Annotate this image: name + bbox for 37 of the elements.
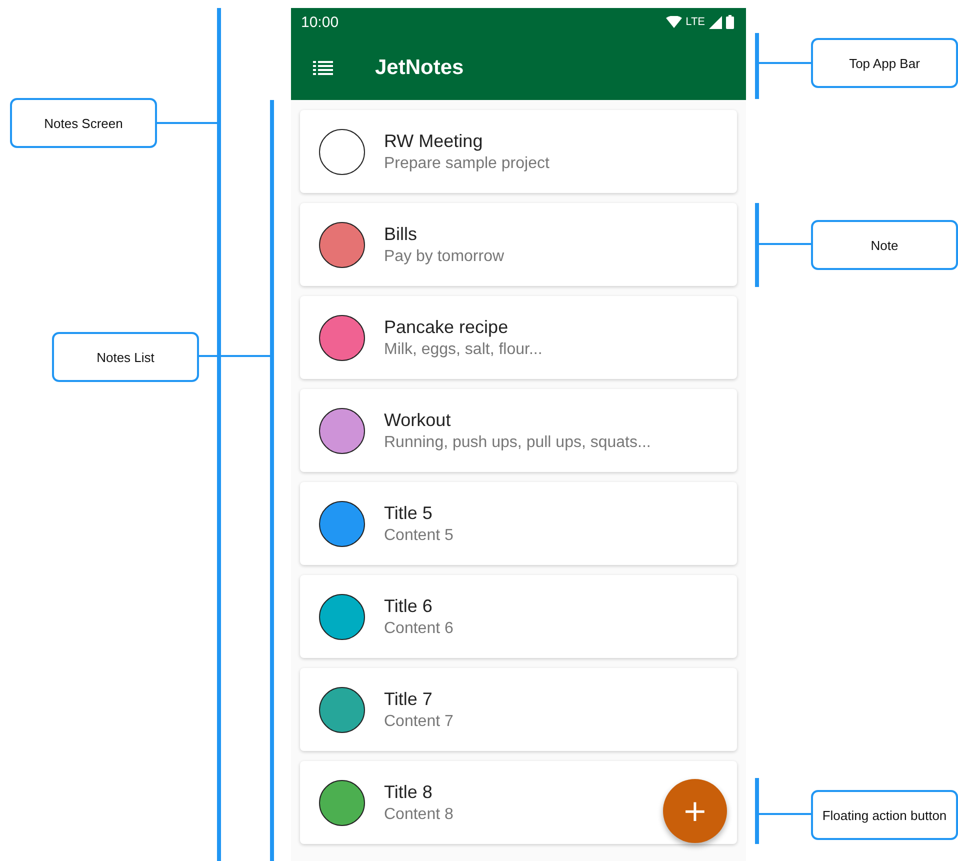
note-card[interactable]: Title 7 Content 7 bbox=[300, 668, 737, 751]
battery-icon bbox=[726, 15, 734, 29]
note-title: Workout bbox=[384, 410, 452, 430]
note-content: Prepare sample project bbox=[384, 154, 550, 172]
note-content: Content 6 bbox=[384, 620, 454, 638]
note-card[interactable]: Pancake recipe Milk, eggs, salt, flour... bbox=[300, 296, 737, 379]
note-content: Milk, eggs, salt, flour... bbox=[384, 340, 542, 358]
note-title: Title 6 bbox=[384, 596, 434, 616]
note-content: Running, push ups, pull ups, squats... bbox=[384, 434, 651, 452]
note-card[interactable]: Title 6 Content 6 bbox=[300, 575, 737, 658]
note-content: Content 7 bbox=[384, 712, 454, 730]
leader-line bbox=[755, 33, 811, 99]
note-title: Title 5 bbox=[384, 502, 434, 524]
note-content: Content 8 bbox=[384, 806, 454, 824]
note-title: Title 8 bbox=[384, 782, 434, 802]
callout-label: Top App Bar bbox=[811, 38, 958, 88]
callout-label: Floating action button bbox=[811, 790, 958, 840]
note-card[interactable]: Workout Running, push ups, pull ups, squats... bbox=[300, 389, 737, 472]
note-content: Content 5 bbox=[384, 526, 454, 544]
leader-line bbox=[755, 778, 811, 844]
app-title: JetNotes bbox=[375, 56, 464, 80]
callout-label: Note bbox=[811, 220, 958, 270]
note-content: Pay by tomorrow bbox=[384, 248, 504, 266]
note-title: Bills bbox=[384, 224, 418, 244]
note-card[interactable]: Title 5 Content 5 bbox=[300, 482, 737, 565]
note-title: Title 7 bbox=[384, 688, 434, 710]
network-type: LTE bbox=[686, 16, 705, 28]
callout-label: Notes Screen bbox=[10, 98, 157, 148]
signal-icon bbox=[709, 16, 722, 28]
wifi-icon bbox=[666, 16, 682, 28]
note-title: Pancake recipe bbox=[384, 316, 510, 338]
status-time: 10:00 bbox=[301, 14, 339, 30]
menu-icon[interactable] bbox=[313, 61, 333, 75]
note-card[interactable]: RW Meeting Prepare sample project bbox=[300, 110, 737, 193]
callout-label: Notes List bbox=[52, 332, 199, 382]
note-title: RW Meeting bbox=[384, 130, 484, 152]
note-card[interactable]: Bills Pay by tomorrow bbox=[300, 203, 737, 286]
